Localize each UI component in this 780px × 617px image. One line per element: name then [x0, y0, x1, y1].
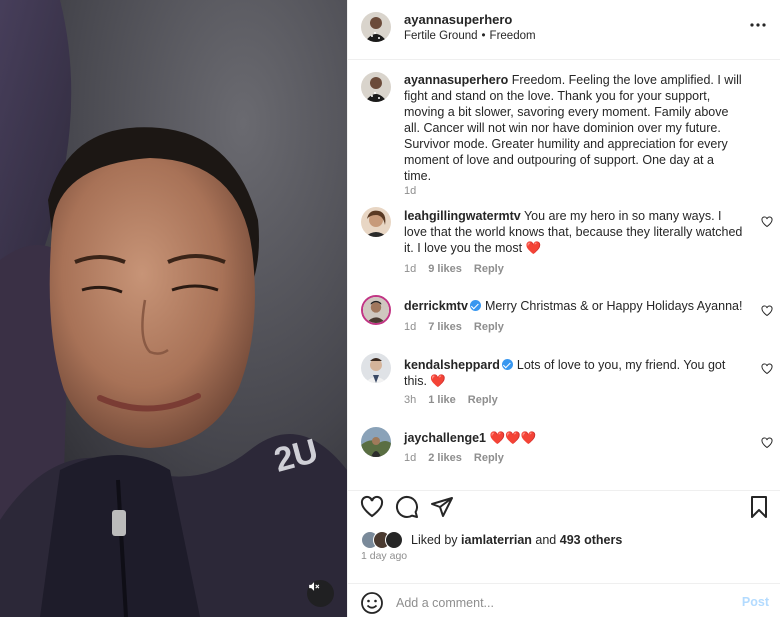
comment-text: leahgillingwatermtv You are my hero in s…	[404, 208, 744, 256]
liked-by-connector: and	[535, 533, 557, 547]
selfie-image: 2U	[0, 0, 347, 617]
first-liker-link[interactable]: iamlaterrian	[461, 533, 532, 547]
comment-time[interactable]: 3h	[404, 394, 416, 406]
smiley-icon[interactable]	[360, 591, 384, 615]
post-date[interactable]: 1 day ago	[361, 550, 407, 562]
comment-meta: 1d 2 likes Reply	[404, 452, 516, 464]
post-header: ayannasuperhero Fertile Ground • Freedom	[348, 0, 780, 60]
caption-body: Freedom. Feeling the love amplified. I w…	[404, 73, 742, 183]
verified-badge-icon	[469, 300, 481, 311]
caption-username[interactable]: ayannasuperhero	[404, 73, 508, 87]
comment-body: ❤️❤️❤️	[489, 431, 537, 445]
post-author-username[interactable]: ayannasuperhero	[404, 12, 512, 27]
audio-artist[interactable]: Fertile Ground	[404, 30, 478, 42]
likes-summary: Liked by iamlaterrian and 493 others	[361, 531, 622, 549]
reply-button[interactable]: Reply	[474, 263, 504, 275]
heart-icon[interactable]	[761, 437, 773, 449]
comment-meta: 1d 9 likes Reply	[404, 263, 516, 275]
bookmark-icon[interactable]	[747, 495, 771, 519]
avatar[interactable]	[361, 72, 391, 102]
more-options-button[interactable]	[747, 14, 769, 36]
comment-composer: Post	[348, 583, 780, 617]
comment-username[interactable]: jaychallenge1	[404, 431, 486, 445]
verified-badge-icon	[501, 359, 513, 370]
instagram-post: 2U ayannasuperhero Fertile Ground • Freedo	[0, 0, 780, 617]
comment-text: kendalsheppard Lots of love to you, my fr…	[404, 357, 744, 389]
comment-likes[interactable]: 1 like	[428, 394, 456, 406]
post-actions: Liked by iamlaterrian and 493 others 1 d…	[348, 490, 780, 617]
comment-meta: 1d 7 likes Reply	[404, 321, 516, 333]
comment-input[interactable]	[396, 593, 716, 613]
avatar[interactable]	[361, 295, 391, 325]
reply-button[interactable]: Reply	[474, 321, 504, 333]
avatar[interactable]	[361, 12, 391, 42]
more-horizontal-icon	[750, 23, 766, 27]
comment-time[interactable]: 1d	[404, 263, 416, 275]
speaker-muted-icon	[309, 582, 320, 591]
caption-text: ayannasuperhero Freedom. Feeling the lov…	[404, 72, 744, 184]
reply-button[interactable]: Reply	[468, 394, 498, 406]
heart-icon[interactable]	[761, 363, 773, 375]
comment-time[interactable]: 1d	[404, 321, 416, 333]
comment-body: Merry Christmas & or Happy Holidays Ayan…	[484, 299, 743, 313]
comments-list[interactable]: ayannasuperhero Freedom. Feeling the lov…	[348, 60, 780, 490]
caption-meta: 1d	[404, 185, 428, 197]
avatar[interactable]	[361, 427, 391, 457]
liker-avatars[interactable]	[361, 531, 405, 549]
audio-separator: •	[481, 30, 486, 42]
comment-time[interactable]: 1d	[404, 452, 416, 464]
others-likes-link[interactable]: 493 others	[560, 533, 623, 547]
mute-button[interactable]	[307, 580, 334, 607]
avatar[interactable]	[361, 207, 391, 237]
post-comment-button[interactable]: Post	[742, 595, 769, 609]
avatar	[385, 531, 403, 549]
comment-username[interactable]: leahgillingwatermtv	[404, 209, 521, 223]
heart-icon[interactable]	[761, 305, 773, 317]
paper-plane-icon[interactable]	[430, 495, 454, 519]
comment-icon[interactable]	[395, 495, 419, 519]
audio-attribution[interactable]: Fertile Ground • Freedom	[404, 30, 536, 42]
liked-by-prefix: Liked by	[411, 533, 458, 547]
comment-username[interactable]: kendalsheppard	[404, 358, 500, 372]
comment-username[interactable]: derrickmtv	[404, 299, 468, 313]
comment-meta: 3h 1 like Reply	[404, 394, 510, 406]
post-video[interactable]: 2U	[0, 0, 347, 617]
heart-icon[interactable]	[360, 495, 384, 519]
comment-likes[interactable]: 7 likes	[428, 321, 462, 333]
comment-text: derrickmtv Merry Christmas & or Happy Hol…	[404, 298, 744, 314]
comment-likes[interactable]: 2 likes	[428, 452, 462, 464]
comment-text: jaychallenge1 ❤️❤️❤️	[404, 430, 744, 446]
caption-time[interactable]: 1d	[404, 185, 416, 197]
audio-title[interactable]: Freedom	[490, 30, 536, 42]
reply-button[interactable]: Reply	[474, 452, 504, 464]
heart-icon[interactable]	[761, 216, 773, 228]
avatar[interactable]	[361, 353, 391, 383]
comment-likes[interactable]: 9 likes	[428, 263, 462, 275]
post-details-panel: ayannasuperhero Fertile Ground• Freedom	[347, 0, 780, 617]
